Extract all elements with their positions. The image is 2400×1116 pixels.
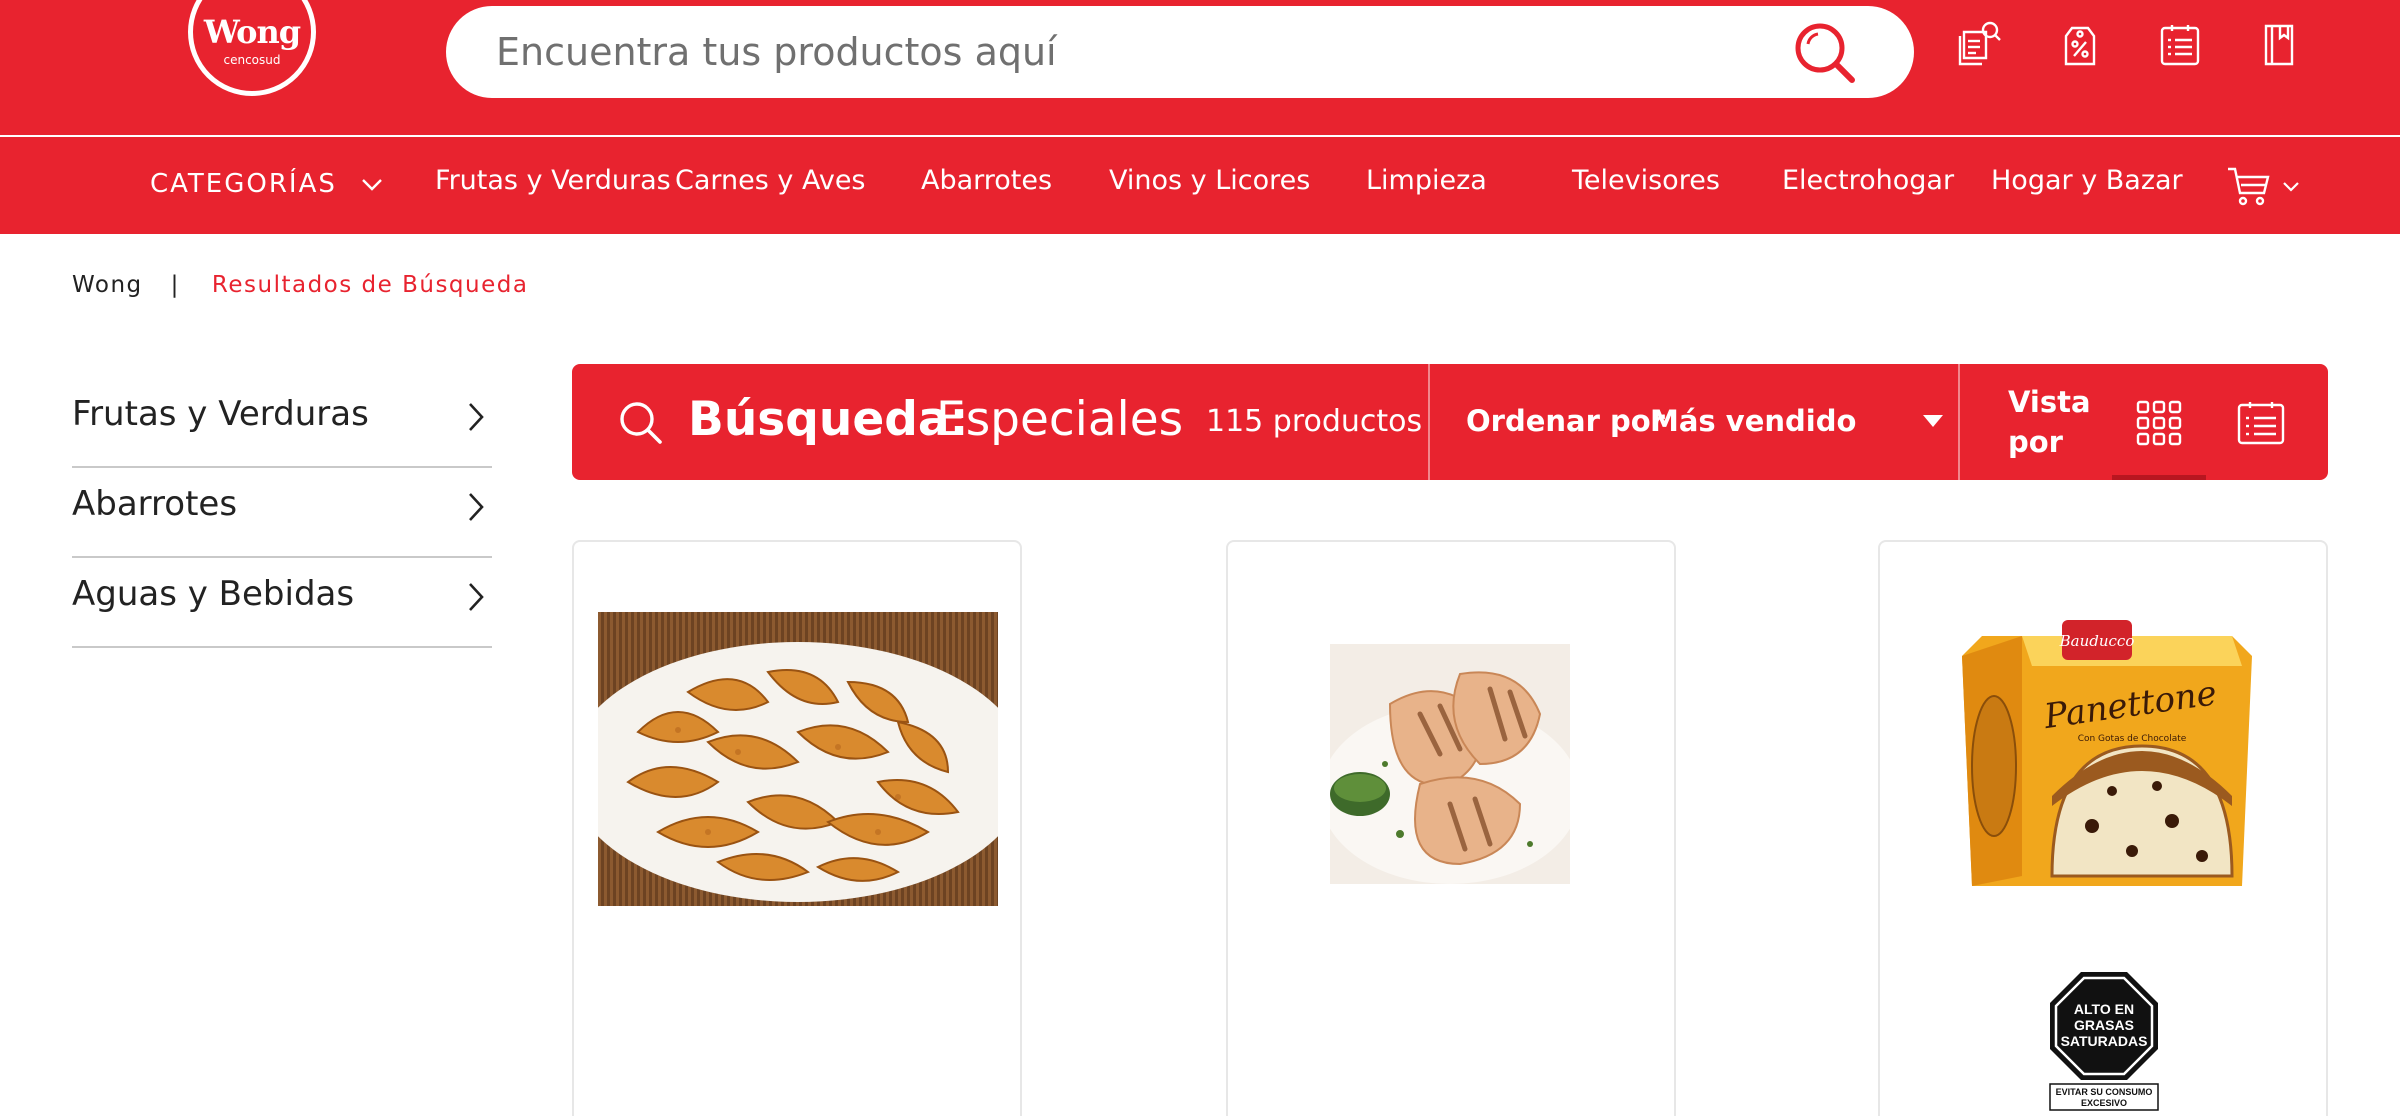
search-bar (446, 6, 1914, 98)
nav-item-abarrotes[interactable]: Abarrotes (921, 165, 1052, 205)
nav-item-carnes-y-aves[interactable]: Carnes y Aves (675, 165, 866, 205)
chevron-down-icon (362, 178, 382, 191)
sidebar-item-abarrotes[interactable]: Abarrotes (72, 468, 492, 558)
wong-logo[interactable]: Wong cencosud (188, 0, 316, 96)
badge-line-3: SATURADAS (2061, 1033, 2148, 1049)
sort-label: Ordenar por (1466, 404, 1665, 438)
box-brand-text: Bauducco (2059, 632, 2135, 650)
sort-value: Más vendido (1650, 404, 1857, 438)
breadcrumb: Wong | Resultados de Búsqueda (72, 272, 528, 304)
list-view-icon (2237, 402, 2285, 445)
cart-button[interactable] (2226, 163, 2306, 209)
search-query-term: Especiales (936, 392, 1184, 447)
search-input[interactable] (496, 24, 1796, 80)
sidebar-item-frutas-y-verduras[interactable]: Frutas y Verduras (72, 378, 492, 468)
category-sidebar: Frutas y Verduras Abarrotes Aguas y Bebi… (72, 378, 492, 648)
divider (1428, 364, 1430, 480)
shopping-list-icon[interactable] (2150, 14, 2210, 74)
shopping-cart-icon (2228, 167, 2270, 206)
potato-wedges-image (598, 612, 998, 906)
results-count: 115 productos (1206, 404, 1423, 439)
search-results-bar: Búsqueda: Especiales 115 productos Orden… (572, 364, 2328, 480)
chevron-right-icon (469, 403, 484, 431)
breadcrumb-home-link[interactable]: Wong (72, 272, 143, 298)
product-card[interactable] (572, 540, 1022, 1116)
saturated-fat-warning-badge: ALTO EN GRASAS SATURADAS EVITAR SU CONSU… (2049, 972, 2159, 1111)
breadcrumb-separator: | (170, 272, 180, 298)
catalog-book-icon[interactable] (2250, 14, 2310, 74)
list-view-button[interactable] (2228, 364, 2308, 480)
chevron-down-icon (2283, 182, 2299, 192)
chevron-right-icon (469, 493, 484, 521)
divider (1958, 364, 1960, 480)
search-icon (1795, 23, 1855, 83)
nav-item-limpieza[interactable]: Limpieza (1366, 165, 1487, 205)
sidebar-item-label: Abarrotes (72, 484, 238, 524)
nav-item-frutas-y-verduras[interactable]: Frutas y Verduras (435, 165, 671, 205)
categories-label: CATEGORÍAS (150, 169, 337, 199)
badge-line-2: GRASAS (2074, 1017, 2134, 1033)
panettone-box-image: Bauducco Panettone Con Gotas de Chocolat… (1962, 620, 2252, 886)
chevron-right-icon (469, 583, 484, 611)
active-view-indicator (2112, 475, 2206, 480)
logo-brand-text: Wong (203, 13, 301, 51)
offers-tag-icon[interactable] (2050, 14, 2110, 74)
nav-item-electrohogar[interactable]: Electrohogar (1782, 165, 1954, 205)
sidebar-item-label: Aguas y Bebidas (72, 574, 355, 614)
box-subtitle-text: Con Gotas de Chocolate (2078, 734, 2187, 744)
grid-view-button[interactable] (2112, 364, 2206, 480)
badge-sub-line-2: EXCESIVO (2081, 1098, 2127, 1108)
sidebar-item-label: Frutas y Verduras (72, 394, 369, 434)
grilled-chicken-image (1330, 644, 1570, 884)
sort-dropdown[interactable]: Más vendido (1650, 394, 1980, 450)
badge-line-1: ALTO EN (2074, 1001, 2134, 1017)
sidebar-item-aguas-y-bebidas[interactable]: Aguas y Bebidas (72, 558, 492, 648)
categories-menu-button[interactable]: CATEGORÍAS (150, 169, 383, 209)
search-button[interactable] (1786, 14, 1866, 90)
grid-view-icon (2136, 400, 2182, 446)
orders-search-icon[interactable] (1950, 14, 2010, 74)
search-icon (620, 402, 662, 444)
nav-item-hogar-y-bazar[interactable]: Hogar y Bazar (1991, 165, 2183, 205)
badge-sub-line-1: EVITAR SU CONSUMO (2056, 1087, 2153, 1097)
category-nav: CATEGORÍAS Frutas y Verduras Carnes y Av… (0, 137, 2400, 234)
logo-sub-text: cencosud (223, 53, 281, 67)
search-query-label: Búsqueda: (688, 392, 969, 447)
nav-item-vinos-y-licores[interactable]: Vinos y Licores (1109, 165, 1310, 205)
product-card[interactable]: Bauducco Panettone Con Gotas de Chocolat… (1878, 540, 2328, 1116)
view-label: Vista por (2008, 385, 2091, 459)
breadcrumb-current: Resultados de Búsqueda (211, 272, 529, 298)
caret-down-icon (1923, 415, 1943, 427)
top-header: Wong cencosud (0, 0, 2400, 135)
header-icons (1950, 14, 2320, 74)
product-card[interactable] (1226, 540, 1676, 1116)
nav-item-televisores[interactable]: Televisores (1572, 165, 1720, 205)
